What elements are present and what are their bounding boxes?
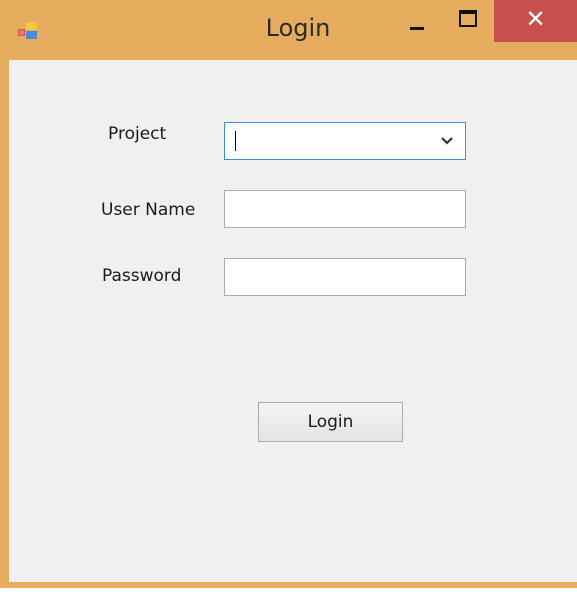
project-label: Project	[108, 124, 167, 144]
close-button[interactable]: ✕	[494, 0, 577, 42]
minimize-button[interactable]	[400, 0, 446, 44]
form-panel: Project User Name Password Login	[9, 60, 577, 582]
maximize-button[interactable]	[446, 0, 488, 44]
login-window: Login ✕ Project User Name Password Login	[0, 0, 577, 588]
text-caret	[235, 131, 236, 151]
title-bar[interactable]: Login ✕	[0, 0, 577, 60]
password-input[interactable]	[224, 258, 466, 296]
window-title: Login	[265, 14, 331, 42]
chevron-down-icon[interactable]	[439, 133, 455, 149]
username-input[interactable]	[224, 190, 466, 228]
login-button[interactable]: Login	[258, 402, 403, 442]
project-dropdown[interactable]	[224, 122, 466, 160]
username-label: User Name	[101, 200, 196, 220]
maximize-icon	[459, 10, 477, 27]
password-label: Password	[102, 266, 182, 286]
minimize-icon	[410, 27, 424, 30]
close-icon: ✕	[525, 5, 546, 33]
